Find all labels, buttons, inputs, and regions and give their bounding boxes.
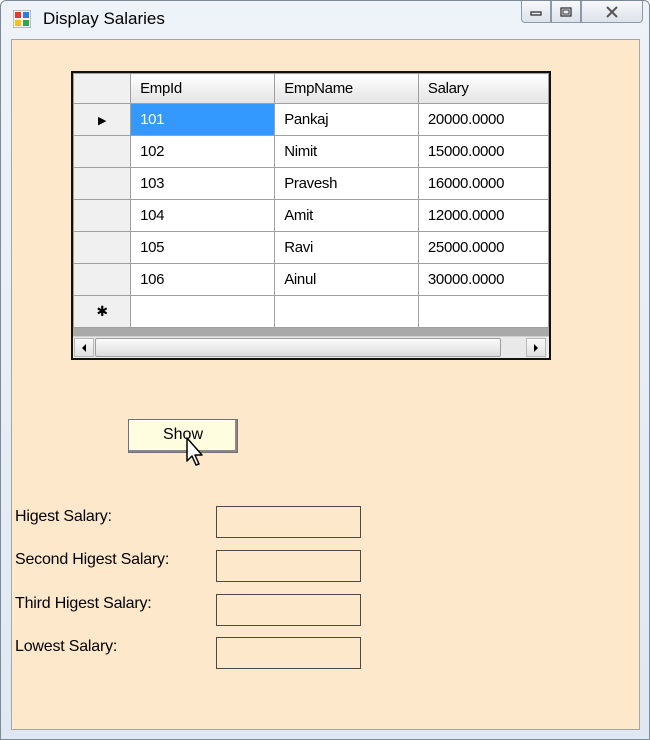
restore-icon <box>560 6 572 17</box>
cell-empid[interactable]: 102 <box>130 135 276 168</box>
scrollbar-thumb[interactable] <box>95 338 501 357</box>
table-row[interactable]: 103 Pravesh 16000.0000 <box>73 167 549 200</box>
row-header[interactable] <box>73 263 132 296</box>
cell-salary[interactable]: 12000.0000 <box>417 199 549 232</box>
new-row-asterisk-icon: ✱ <box>96 303 108 319</box>
cell-empname[interactable]: Amit <box>274 199 419 232</box>
table-row[interactable]: 104 Amit 12000.0000 <box>73 199 549 232</box>
cell-salary[interactable]: 15000.0000 <box>417 135 549 168</box>
cell-empid[interactable]: 101 <box>130 103 276 136</box>
highest-salary-textbox[interactable] <box>216 506 361 538</box>
window-title: Display Salaries <box>43 9 165 28</box>
row-header[interactable] <box>73 167 132 200</box>
scroll-right-button[interactable] <box>526 338 546 357</box>
maximize-button[interactable] <box>551 1 581 23</box>
scroll-right-arrow-icon <box>534 343 538 352</box>
table-row[interactable]: 106 Ainul 30000.0000 <box>73 263 549 296</box>
app-icon <box>13 10 31 28</box>
row-header-new[interactable]: ✱ <box>73 295 132 328</box>
mouse-cursor-icon <box>186 437 203 466</box>
salary-data-grid[interactable]: EmpId EmpName Salary ▶ 101 Pankaj 20000.… <box>71 71 551 360</box>
second-highest-salary-label: Second Higest Salary: <box>15 551 170 568</box>
table-row[interactable]: 105 Ravi 25000.0000 <box>73 231 549 264</box>
highest-salary-label: Higest Salary: <box>15 508 112 525</box>
row-header[interactable] <box>73 135 132 168</box>
lowest-salary-label: Lowest Salary: <box>15 638 118 655</box>
cell-salary-new[interactable] <box>417 295 549 328</box>
horizontal-scrollbar[interactable] <box>73 336 549 358</box>
minimize-button[interactable] <box>521 1 551 23</box>
cell-salary[interactable]: 25000.0000 <box>417 231 549 264</box>
third-highest-salary-textbox[interactable] <box>216 594 361 626</box>
scroll-left-button[interactable] <box>74 338 94 357</box>
close-icon <box>606 5 618 18</box>
cell-empname[interactable]: Ravi <box>274 231 419 264</box>
form-client-area: EmpId EmpName Salary ▶ 101 Pankaj 20000.… <box>11 39 640 730</box>
salary-table: EmpId EmpName Salary ▶ 101 Pankaj 20000.… <box>73 73 549 328</box>
cell-empid[interactable]: 106 <box>130 263 276 296</box>
app-window: Display Salaries EmpId EmpName Salary ▶ … <box>0 0 650 740</box>
table-row[interactable]: ▶ 101 Pankaj 20000.0000 <box>73 103 549 136</box>
cell-empname[interactable]: Pravesh <box>274 167 419 200</box>
cell-empid[interactable]: 103 <box>130 167 276 200</box>
cell-salary[interactable]: 16000.0000 <box>417 167 549 200</box>
minimize-icon <box>530 10 542 16</box>
row-header[interactable] <box>73 231 132 264</box>
row-header[interactable] <box>73 199 132 232</box>
column-header-empname[interactable]: EmpName <box>274 73 419 104</box>
cell-empname[interactable]: Nimit <box>274 135 419 168</box>
new-row[interactable]: ✱ <box>73 295 549 328</box>
table-row[interactable]: 102 Nimit 15000.0000 <box>73 135 549 168</box>
cell-empname[interactable]: Ainul <box>274 263 419 296</box>
cell-salary[interactable]: 30000.0000 <box>417 263 549 296</box>
cell-empid-new[interactable] <box>130 295 276 328</box>
cell-empname-new[interactable] <box>274 295 419 328</box>
close-button[interactable] <box>581 1 643 23</box>
row-header-current[interactable]: ▶ <box>73 103 132 136</box>
grid-corner-cell[interactable] <box>73 73 132 104</box>
column-header-empid[interactable]: EmpId <box>130 73 276 104</box>
title-bar[interactable]: Display Salaries <box>1 1 649 39</box>
cell-empname[interactable]: Pankaj <box>274 103 419 136</box>
grid-header-row: EmpId EmpName Salary <box>73 73 549 104</box>
show-button[interactable]: Show <box>128 419 238 453</box>
column-header-salary[interactable]: Salary <box>417 73 549 104</box>
current-row-arrow-icon: ▶ <box>97 115 107 127</box>
cell-salary[interactable]: 20000.0000 <box>417 103 549 136</box>
lowest-salary-textbox[interactable] <box>216 637 361 669</box>
third-highest-salary-label: Third Higest Salary: <box>15 595 152 612</box>
cell-empid[interactable]: 105 <box>130 231 276 264</box>
scroll-left-arrow-icon <box>82 343 86 352</box>
window-controls <box>521 1 643 25</box>
second-highest-salary-textbox[interactable] <box>216 550 361 582</box>
cell-empid[interactable]: 104 <box>130 199 276 232</box>
